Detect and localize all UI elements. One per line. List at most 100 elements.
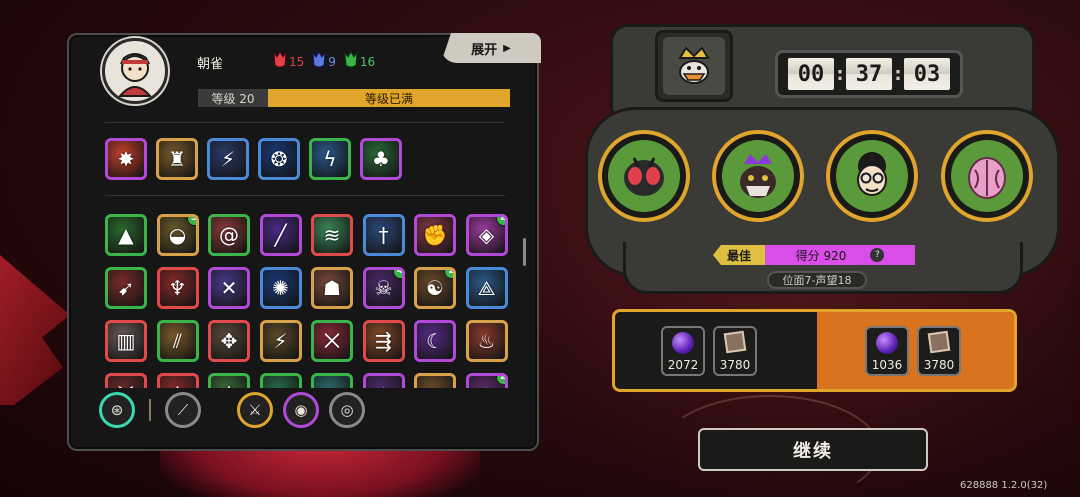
help-icon[interactable]: ? <box>870 248 885 262</box>
green-claw-icon[interactable]: ⋔ <box>208 373 250 388</box>
version-label: 628888 1.2.0(32) <box>960 480 1048 491</box>
flame-icon[interactable]: ♨ <box>465 320 508 362</box>
energy-orb-icon[interactable]: ❂ <box>258 138 300 180</box>
fly-monster-icon <box>608 140 680 212</box>
lightning-cross-icon[interactable]: ⚡ <box>207 138 249 180</box>
feather-blade-icon[interactable]: ⟋ <box>165 392 201 428</box>
timer-minutes: 37 <box>846 58 892 90</box>
green-wave-icon[interactable]: ≈ <box>259 373 302 388</box>
stack-count-badge: 2 <box>495 376 505 385</box>
score-label: 得分 920 <box>795 248 847 263</box>
green-blade-icon[interactable]: ▲ <box>105 214 147 256</box>
purple-slash-glyph: ╱ <box>274 223 287 247</box>
currency-green-value: 16 <box>359 55 376 69</box>
purple-mark-icon[interactable]: ✧2 <box>465 373 508 388</box>
storm-icon[interactable]: ϟ <box>309 138 351 180</box>
purple-orb-up-icon <box>876 331 898 354</box>
purple-rune-icon[interactable]: ✦ <box>362 373 405 388</box>
red-claw-icon[interactable]: ⋔ <box>156 373 199 388</box>
boss-portrait[interactable] <box>598 130 690 222</box>
claws-icon[interactable]: ⫽ <box>156 320 199 362</box>
boss-portrait[interactable] <box>941 130 1033 222</box>
stack-count-badge: 2 <box>444 270 453 279</box>
reward-item[interactable]: 1036 <box>865 325 909 376</box>
wind-icon[interactable]: ≋ <box>311 214 353 256</box>
character-portrait-icon <box>117 53 153 97</box>
glasses-kid-icon <box>836 140 908 212</box>
sunrise-icon[interactable]: ◒ 5 <box>156 214 199 256</box>
chain-icon[interactable]: ☯ 2 <box>414 267 456 309</box>
divider <box>105 122 505 123</box>
crown-duck-icon <box>663 37 725 95</box>
red-claw-glyph: ⋔ <box>169 384 186 388</box>
teal-wave-icon[interactable]: ≈ <box>311 373 353 388</box>
brown-scroll-icon[interactable]: ≡ <box>414 373 456 388</box>
player-avatar[interactable] <box>102 38 168 104</box>
demon-figure-glyph: ♆ <box>168 276 187 300</box>
play-arrow-icon: ▶ <box>503 42 511 54</box>
red-fang-icon[interactable]: ⨉ <box>311 320 353 362</box>
fire-arrows-icon[interactable]: ⇶ <box>362 320 405 362</box>
purple-gem-icon[interactable]: ◈ 2 <box>465 214 508 256</box>
moon-orb-icon[interactable]: ☾ <box>414 320 456 362</box>
boss-portrait[interactable] <box>826 130 918 222</box>
best-badge: 最佳 <box>713 245 765 265</box>
spiral-icon[interactable]: @ <box>208 214 250 256</box>
pillar-glyph: ▥ <box>116 329 136 353</box>
pillar-icon[interactable]: ▥ <box>105 320 147 362</box>
green-spirit-icon[interactable]: ♣ <box>360 138 402 180</box>
reward-item[interactable]: 3780 <box>917 325 961 376</box>
reward-item[interactable]: 3780 <box>713 325 757 376</box>
wheel-icon[interactable]: ⊛ <box>99 392 135 428</box>
green-orb-icon[interactable]: ◉ <box>283 392 319 428</box>
stack-count-badge: 5 <box>186 217 196 226</box>
rewards-current: 2072 3780 <box>615 312 817 389</box>
demon-figure-icon[interactable]: ♆ <box>156 267 199 309</box>
continue-button[interactable]: 继续 <box>698 428 928 471</box>
reward-item-box: 3780 <box>917 325 961 376</box>
arrow-burst-glyph: ➹ <box>117 276 135 300</box>
horned-skull-icon[interactable]: ♉ <box>105 373 147 388</box>
scrollbar-thumb[interactable] <box>523 238 526 266</box>
dagger-icon[interactable]: † <box>362 214 405 256</box>
electric-orb-icon[interactable]: ✺ <box>259 267 302 309</box>
fist-icon[interactable]: ✊ <box>414 214 456 256</box>
crossed-swords-icon[interactable]: ⚔ <box>237 392 273 428</box>
pink-flower-monster-icon <box>951 140 1023 212</box>
sunrise-glyph: ◒ <box>168 223 187 247</box>
rewards-panel: 2072 3780 1036 3780 <box>612 309 1017 392</box>
arrow-burst-icon[interactable]: ➹ <box>105 267 147 309</box>
currency-blue: 9 <box>312 51 336 69</box>
relic-grid: ▲◒5@╱≋†✊◈2➹♆✕✺☗☠4☯2⟁▥⫽✥⚡⨉⇶☾♨♉⋔⋔≈≈✦≡✧2 <box>105 211 525 388</box>
green-mask-icon <box>344 51 358 68</box>
compass-icon[interactable]: ✥ <box>208 320 250 362</box>
wind-glyph: ≋ <box>323 223 341 247</box>
shield-warrior-icon[interactable]: ♜ <box>156 138 198 180</box>
crown-emblem <box>655 30 733 102</box>
lightning-strike-glyph: ⚡ <box>273 329 288 353</box>
expand-button[interactable]: 展开 ▶ <box>441 33 541 63</box>
plane-label: 位面7-声望18 <box>767 271 867 289</box>
reward-item[interactable]: 2072 <box>661 325 705 376</box>
shadow-beast-icon[interactable]: ☠ 4 <box>362 267 405 309</box>
reward-value: 3780 <box>719 357 751 372</box>
purple-slash-icon[interactable]: ╱ <box>259 214 302 256</box>
crossed-blades-glyph: ✕ <box>220 276 238 300</box>
burst-icon[interactable]: ✸ <box>105 138 147 180</box>
lightning-strike-icon[interactable]: ⚡ <box>259 320 302 362</box>
rock-golem-icon[interactable]: ☗ <box>311 267 353 309</box>
relic-grid-viewport[interactable]: ▲◒5@╱≋†✊◈2➹♆✕✺☗☠4☯2⟁▥⫽✥⚡⨉⇶☾♨♉⋔⋔≈≈✦≡✧2 <box>105 211 525 388</box>
reward-value: 1036 <box>871 357 903 372</box>
crossed-blades-icon[interactable]: ✕ <box>208 267 250 309</box>
timer-seconds: 03 <box>904 58 950 90</box>
red-mask-icon <box>273 51 287 68</box>
spike-glyph: ⟁ <box>477 276 496 300</box>
reward-value: 2072 <box>667 357 699 372</box>
crossed-swords-glyph: ⚔ <box>248 401 262 419</box>
spike-icon[interactable]: ⟁ <box>465 267 508 309</box>
run-summary-machine: 00 : 37 : 03 最佳 得分 920 ? 位面7-声望18 <box>585 12 1075 302</box>
level-label: 等级 20 <box>198 89 268 107</box>
silver-ring-icon[interactable]: ◎ <box>329 392 365 428</box>
boss-portrait[interactable] <box>712 130 804 222</box>
currency-red-value: 15 <box>289 55 305 69</box>
